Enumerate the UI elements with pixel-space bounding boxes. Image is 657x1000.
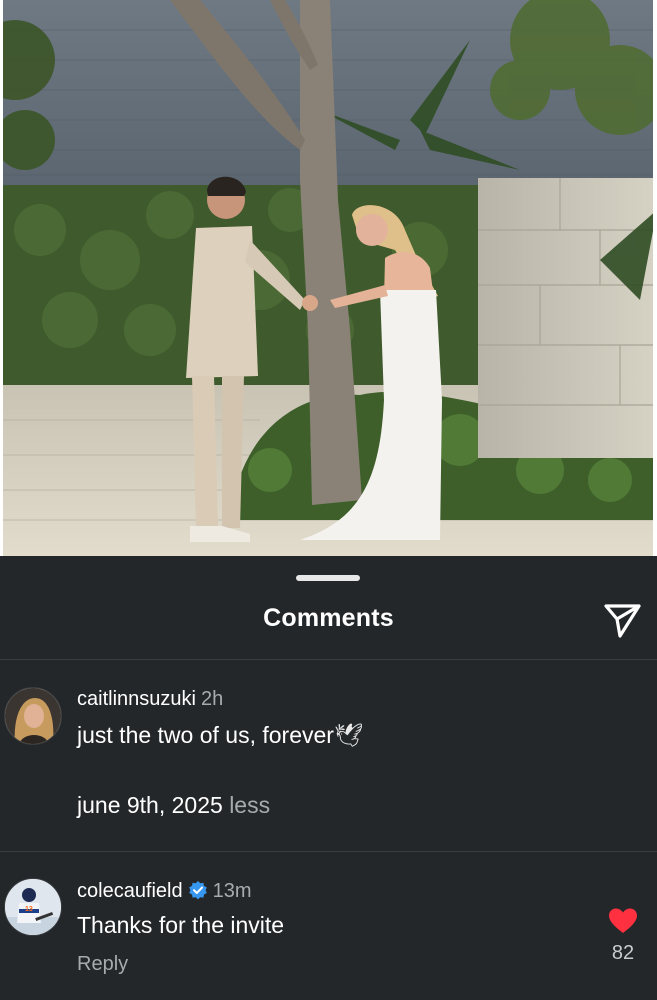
comment-item: 13 colecaufield 13m Thanks for the invite… — [0, 851, 657, 1000]
comment-text-line2: june 9th, 2025 — [77, 792, 223, 818]
comment-username[interactable]: caitlinnsuzuki — [77, 688, 196, 710]
user-avatar-image — [5, 688, 61, 744]
comment-timestamp: 13m — [212, 880, 252, 902]
svg-text:13: 13 — [25, 906, 33, 913]
instagram-comments-screen: Comments caitlinnsuzuki 2h just the two … — [0, 0, 657, 1000]
share-button[interactable] — [601, 600, 643, 642]
photo-edge-left — [0, 0, 3, 556]
comments-sheet: Comments caitlinnsuzuki 2h just the two … — [0, 556, 657, 1000]
comment-text: just the two of us, forever🕊 — [77, 722, 363, 749]
sheet-drag-handle[interactable] — [296, 575, 360, 581]
send-icon — [604, 604, 641, 638]
comment-item: caitlinnsuzuki 2h just the two of us, for… — [0, 659, 657, 851]
reply-button[interactable]: Reply — [77, 953, 128, 976]
dove-emoji: 🕊 — [333, 722, 364, 748]
user-avatar-image: 13 — [5, 879, 61, 935]
wedding-photo-illustration — [0, 0, 657, 556]
comment-username-line: caitlinnsuzuki 2h — [77, 688, 223, 711]
comment-timestamp: 2h — [200, 688, 224, 710]
comment-text: Thanks for the invite — [77, 912, 285, 938]
like-count: 82 — [611, 942, 635, 964]
like-button[interactable] — [608, 907, 638, 935]
photo-edge-right — [653, 0, 657, 556]
avatar[interactable]: 13 — [4, 878, 62, 936]
verified-badge-icon — [188, 880, 208, 900]
comment-text-line1: just the two of us, forever — [77, 722, 334, 748]
post-photo[interactable] — [0, 0, 657, 556]
comment-username[interactable]: colecaufield — [77, 880, 183, 902]
comment-text-line2-row: june 9th, 2025 less — [77, 792, 270, 819]
comment-username-line: colecaufield 13m — [77, 880, 252, 903]
less-button[interactable]: less — [229, 792, 270, 818]
sheet-title: Comments — [263, 604, 394, 632]
avatar[interactable] — [4, 687, 62, 745]
heart-icon — [609, 908, 637, 933]
